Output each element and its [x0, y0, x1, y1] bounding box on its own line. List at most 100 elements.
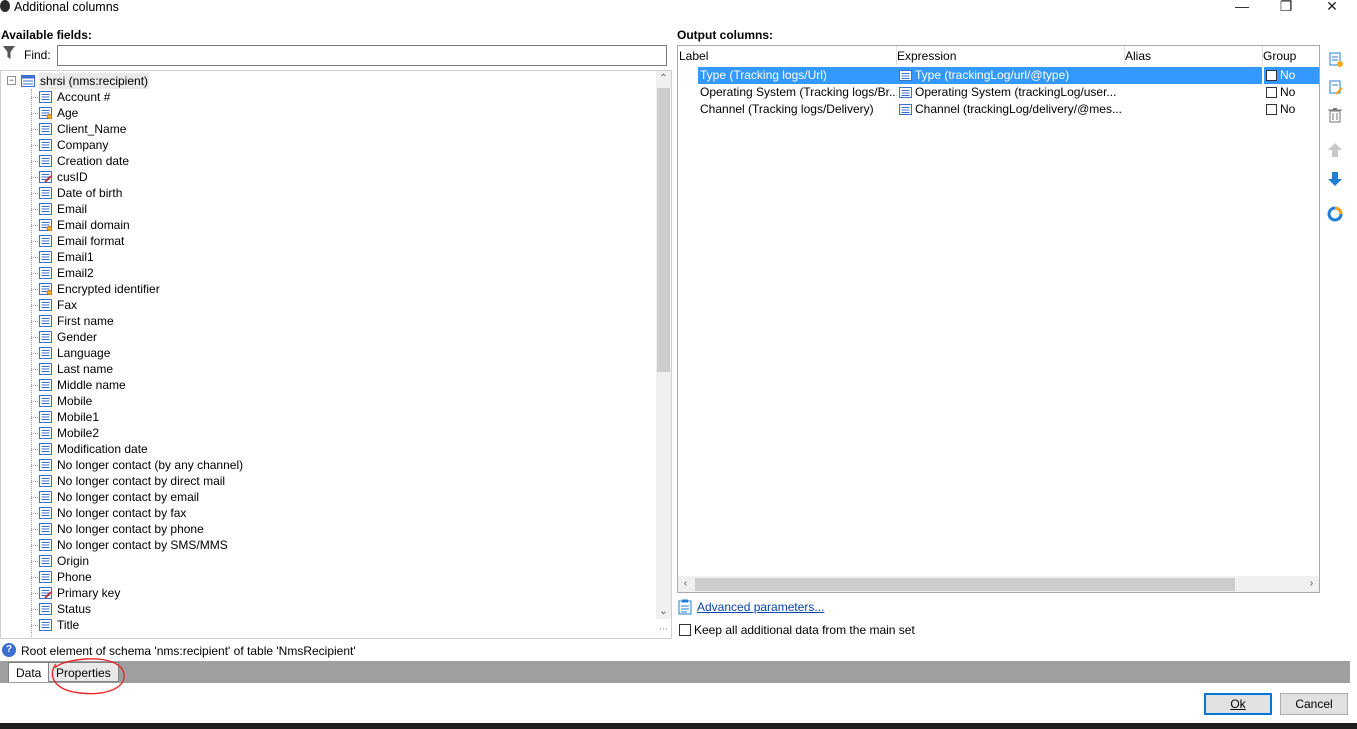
cell-group[interactable]: No — [1264, 101, 1319, 118]
computed-field-icon — [39, 107, 53, 120]
cell-alias[interactable] — [1122, 67, 1262, 84]
tree-item-label: Mobile — [57, 394, 93, 408]
tree-item-label: Email domain — [57, 218, 130, 232]
scroll-up-arrow-icon[interactable]: ⌃ — [656, 71, 671, 87]
filter-icon — [3, 46, 15, 59]
tree-item-label: No longer contact by phone — [57, 522, 204, 536]
tree-guide-line — [31, 89, 32, 638]
tree-connector — [31, 273, 38, 274]
field-icon — [39, 411, 52, 423]
collapse-icon[interactable]: − — [7, 76, 16, 85]
tree-item-label: Age — [57, 106, 79, 120]
tree-scroll-thumb[interactable] — [657, 88, 670, 372]
ok-button-label: Ok — [1230, 697, 1246, 711]
clipboard-icon — [678, 599, 692, 615]
resize-grip-icon[interactable]: ⋯ — [656, 621, 671, 637]
output-columns-grid[interactable]: Label Expression Alias Group Type (Track… — [677, 45, 1320, 593]
tree-connector — [31, 321, 38, 322]
window-title: Additional columns — [14, 0, 119, 14]
minimize-button[interactable]: — — [1232, 0, 1252, 14]
cell-label[interactable]: Type (Tracking logs/Url) — [698, 67, 897, 84]
tree-connector — [31, 305, 38, 306]
tree-connector — [31, 97, 38, 98]
cell-expression[interactable]: Channel (trackingLog/delivery/@mes... — [897, 101, 1122, 118]
move-up-icon[interactable] — [1326, 141, 1344, 159]
column-header-expression[interactable]: Expression — [897, 49, 956, 63]
add-column-icon[interactable] — [1326, 50, 1344, 68]
field-icon — [39, 379, 52, 391]
cell-group[interactable]: No — [1264, 84, 1319, 101]
tree-connector — [31, 385, 38, 386]
cell-label[interactable]: Operating System (Tracking logs/Br... — [698, 84, 897, 101]
tree-item-label: Company — [57, 138, 109, 152]
move-down-icon[interactable] — [1326, 170, 1344, 188]
tree-connector — [31, 177, 38, 178]
tree-item-label: Email1 — [57, 250, 94, 264]
tree-connector — [31, 145, 38, 146]
field-icon — [39, 347, 52, 359]
field-icon — [39, 363, 52, 375]
find-input[interactable] — [57, 45, 667, 66]
tree-connector — [31, 545, 38, 546]
field-icon — [39, 267, 52, 279]
cell-group[interactable]: No — [1264, 67, 1319, 84]
field-icon — [39, 155, 52, 167]
close-button[interactable]: ✕ — [1322, 0, 1342, 14]
tree-connector — [31, 289, 38, 290]
tree-connector — [31, 465, 38, 466]
keep-additional-data-checkbox[interactable] — [679, 624, 691, 636]
field-icon — [899, 104, 912, 115]
tree-item-label: Title — [57, 618, 80, 632]
field-icon — [39, 235, 52, 247]
tree-item-label: Email — [57, 202, 88, 216]
tree-item-label: No longer contact by fax — [57, 506, 187, 520]
group-checkbox[interactable] — [1266, 87, 1277, 98]
tree-item-label: Origin — [57, 554, 90, 568]
fields-tree[interactable]: − shrsi (nms:recipient) Account # Age Clie… — [0, 70, 672, 639]
table-row[interactable]: Type (Tracking logs/Url) Type (trackingLo… — [678, 67, 1319, 84]
column-header-alias[interactable]: Alias — [1125, 49, 1151, 63]
table-row[interactable]: Channel (Tracking logs/Delivery) Channel … — [678, 101, 1319, 118]
grid-scroll-thumb[interactable] — [695, 578, 1235, 591]
group-checkbox[interactable] — [1266, 70, 1277, 81]
advanced-parameters-link[interactable]: Advanced parameters... — [697, 600, 824, 614]
cell-expression[interactable]: Type (trackingLog/url/@type) — [897, 67, 1122, 84]
tree-item-label: Primary key — [57, 586, 121, 600]
cell-expression[interactable]: Operating System (trackingLog/user... — [897, 84, 1122, 101]
cancel-button[interactable]: Cancel — [1280, 693, 1348, 715]
scroll-left-arrow-icon[interactable]: ‹ — [678, 576, 693, 592]
edit-column-icon[interactable] — [1326, 78, 1344, 96]
group-checkbox[interactable] — [1266, 104, 1277, 115]
scroll-down-arrow-icon[interactable]: ⌄ — [656, 604, 671, 620]
tree-connector — [31, 113, 38, 114]
tab-data[interactable]: Data — [8, 662, 50, 682]
maximize-button[interactable]: ❐ — [1276, 0, 1296, 14]
key-field-icon — [39, 171, 52, 183]
scroll-right-arrow-icon[interactable]: › — [1304, 576, 1319, 592]
ok-button[interactable]: Ok — [1204, 693, 1272, 715]
field-icon — [899, 87, 912, 98]
field-icon — [39, 459, 52, 471]
field-icon — [39, 395, 52, 407]
tree-connector — [31, 513, 38, 514]
field-icon — [39, 187, 52, 199]
tree-connector — [31, 529, 38, 530]
group-value: No — [1280, 102, 1296, 116]
computed-field-icon — [39, 283, 53, 296]
field-icon — [899, 70, 912, 81]
tree-item-label: Email format — [57, 234, 125, 248]
find-label: Find: — [24, 48, 51, 62]
field-icon — [39, 603, 52, 615]
field-icon — [39, 299, 52, 311]
group-value: No — [1280, 68, 1296, 82]
tree-connector — [31, 257, 38, 258]
tree-item-label: Creation date — [57, 154, 130, 168]
distribution-icon[interactable] — [1326, 205, 1344, 223]
column-header-group[interactable]: Group — [1263, 49, 1296, 63]
cell-label[interactable]: Channel (Tracking logs/Delivery) — [698, 101, 897, 118]
cell-expression-text: Channel (trackingLog/delivery/@mes... — [915, 102, 1122, 116]
tree-connector — [31, 209, 38, 210]
column-header-label[interactable]: Label — [679, 49, 708, 63]
table-row[interactable]: Operating System (Tracking logs/Br... Ope… — [678, 84, 1319, 101]
delete-icon[interactable] — [1326, 106, 1344, 124]
